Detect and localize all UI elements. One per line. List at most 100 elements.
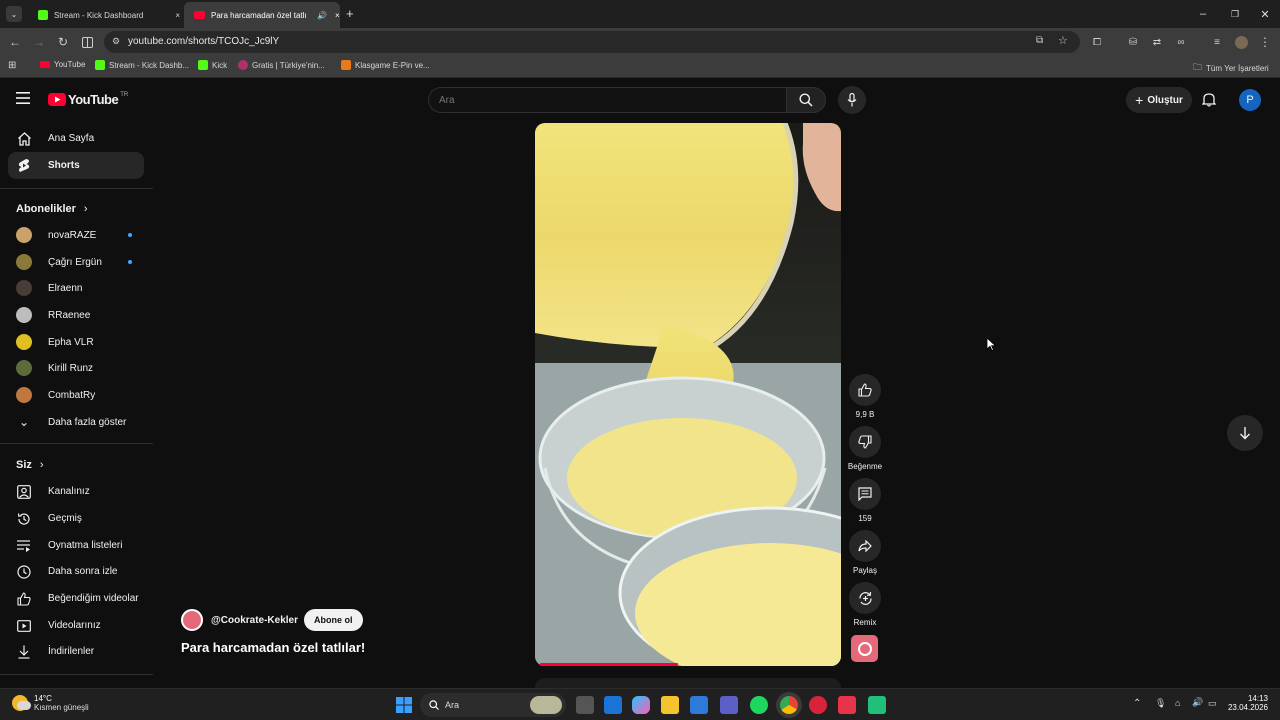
subscription-label: Epha VLR xyxy=(48,336,94,348)
bookmark-youtube[interactable]: YouTube xyxy=(40,60,85,69)
clock-time: 14:13 xyxy=(1247,694,1268,703)
apps-button[interactable]: ⊞ xyxy=(8,60,16,71)
restore-button[interactable]: ❐ xyxy=(1218,0,1252,28)
install-app-icon[interactable]: ⧉ xyxy=(1036,35,1043,46)
tab-kick-dashboard[interactable]: Stream - Kick Dashboard × xyxy=(28,2,180,28)
channel-avatar[interactable] xyxy=(181,609,203,631)
spotify-icon[interactable] xyxy=(750,696,768,714)
task-view-icon[interactable] xyxy=(576,696,594,714)
sidebar-item-liked-videos[interactable]: Beğendiğim videolar xyxy=(8,585,144,612)
minimize-button[interactable]: – xyxy=(1186,0,1220,28)
remix-button[interactable] xyxy=(849,582,881,614)
sidebar-item-downloads[interactable]: İndirilenler xyxy=(8,638,144,665)
video-progress-bar[interactable] xyxy=(540,663,678,666)
chrome-icon[interactable] xyxy=(780,696,798,714)
sidebar-item-label: Geçmiş xyxy=(48,513,82,524)
address-bar[interactable]: ⚙ youtube.com/shorts/TCOJc_Jc9lY ⧉ ☆ xyxy=(104,31,1080,53)
reading-list-button[interactable]: ≡ xyxy=(1208,33,1226,51)
split-view-button[interactable] xyxy=(78,33,96,51)
forward-button[interactable]: → xyxy=(30,33,48,51)
notifications-button[interactable] xyxy=(1202,92,1216,107)
volume-icon[interactable]: 🔊 xyxy=(1192,697,1203,708)
sidebar-item-your-channel[interactable]: Kanalınız xyxy=(8,478,144,505)
subscription-rraenee[interactable]: RRaenee xyxy=(8,302,144,328)
bookmark-klasgame[interactable]: Klasgame E-Pin ve... xyxy=(341,60,430,70)
taskbar-search[interactable]: Ara xyxy=(420,693,566,717)
bookmark-kick-dashboard[interactable]: Stream - Kick Dashb... xyxy=(95,60,189,70)
start-button[interactable] xyxy=(396,697,412,713)
guide-menu-button[interactable] xyxy=(16,92,30,104)
translate-button[interactable]: ⇄ xyxy=(1148,33,1166,51)
account-avatar[interactable]: P xyxy=(1239,89,1261,111)
tab-search-button[interactable]: ⌄ xyxy=(6,6,22,22)
sidebar-item-your-videos[interactable]: Videolarınız xyxy=(8,612,144,639)
sidebar-item-history[interactable]: Geçmiş xyxy=(8,505,144,532)
dislike-button[interactable] xyxy=(849,426,881,458)
bookmark-star-icon[interactable]: ☆ xyxy=(1058,34,1068,47)
short-video-player[interactable] xyxy=(535,123,841,666)
subscribe-button[interactable]: Abone ol xyxy=(304,609,363,631)
sidebar-item-shorts[interactable]: Shorts xyxy=(8,152,144,179)
clock[interactable]: 14:13 23.04.2026 xyxy=(1222,694,1268,712)
youtube-logo[interactable]: YouTube TR xyxy=(48,92,128,107)
subscriptions-heading[interactable]: Abonelikler › xyxy=(16,203,88,215)
file-explorer-icon[interactable] xyxy=(661,696,679,714)
short-title[interactable]: Para harcamadan özel tatlılar! xyxy=(181,640,365,655)
microphone-icon[interactable]: 🎙 xyxy=(1155,698,1166,709)
app-green-icon[interactable] xyxy=(868,696,886,714)
subscription-epha-vlr[interactable]: Epha VLR xyxy=(8,329,144,355)
network-icon[interactable]: ⌂ xyxy=(1175,698,1180,708)
valorant-icon[interactable] xyxy=(838,696,856,714)
bookmark-kick[interactable]: Kick xyxy=(198,60,227,70)
extension-icon: ⛁ xyxy=(1128,36,1138,48)
like-button[interactable] xyxy=(849,374,881,406)
all-bookmarks-button[interactable]: 🗀 Tüm Yer İşaretleri xyxy=(1193,60,1269,76)
next-short-preview[interactable] xyxy=(535,678,841,688)
create-button[interactable]: + Oluştur xyxy=(1126,87,1192,113)
copilot-icon[interactable] xyxy=(632,696,650,714)
chevron-up-icon[interactable]: ⌃ xyxy=(1133,698,1141,709)
app-red-icon[interactable] xyxy=(809,696,827,714)
subscription-cagri-ergun[interactable]: Çağrı Ergün xyxy=(8,249,144,275)
subscription-elraenn[interactable]: Elraenn xyxy=(8,275,144,301)
chrome-menu-button[interactable]: ⋮ xyxy=(1256,33,1274,51)
reload-button[interactable]: ↻ xyxy=(54,33,72,51)
search-input[interactable] xyxy=(439,93,769,108)
tab-youtube-short[interactable]: Para harcamadan özel tatlı 🔊 × xyxy=(184,2,340,28)
you-heading[interactable]: Siz › xyxy=(16,459,44,471)
back-button[interactable]: ← xyxy=(6,33,24,51)
audio-track-button[interactable] xyxy=(851,635,878,662)
url-text[interactable]: youtube.com/shorts/TCOJc_Jc9lY xyxy=(128,36,279,47)
window-close-button[interactable]: ✕ xyxy=(1248,0,1280,28)
store-icon[interactable] xyxy=(690,696,708,714)
extensions-button[interactable]: ⧠ xyxy=(1088,33,1106,51)
link-button[interactable]: ∞ xyxy=(1172,33,1190,51)
close-icon[interactable]: × xyxy=(335,11,340,20)
comments-button[interactable] xyxy=(849,478,881,510)
share-button[interactable] xyxy=(849,530,881,562)
next-short-button[interactable] xyxy=(1227,415,1263,451)
close-icon[interactable]: × xyxy=(175,11,180,20)
subscription-novaraze[interactable]: novaRAZE xyxy=(8,222,144,248)
extension-1-button[interactable]: ⛁ xyxy=(1124,33,1142,51)
bookmark-gratis[interactable]: Gratis | Türkiye'nin... xyxy=(238,60,325,70)
teams-icon[interactable] xyxy=(720,696,738,714)
battery-icon[interactable]: ▭ xyxy=(1208,698,1217,709)
search-button[interactable] xyxy=(786,87,826,113)
site-info-icon[interactable]: ⚙ xyxy=(112,36,120,47)
show-more-button[interactable]: ⌄ Daha fazla göster xyxy=(8,409,144,435)
new-tab-button[interactable]: + xyxy=(346,6,354,21)
plus-icon: + xyxy=(1135,92,1144,108)
weather-widget[interactable]: 14°C Kısmen güneşli xyxy=(12,694,89,712)
profile-button[interactable] xyxy=(1232,33,1250,51)
subscription-kirill-runz[interactable]: Kirill Runz xyxy=(8,355,144,381)
sidebar-item-playlists[interactable]: Oynatma listeleri xyxy=(8,532,144,559)
subscription-combatry[interactable]: CombatRy xyxy=(8,382,144,408)
audio-icon[interactable]: 🔊 xyxy=(317,11,327,20)
outlook-icon[interactable] xyxy=(604,696,622,714)
channel-name[interactable]: @Cookrate-Kekler xyxy=(211,615,298,626)
voice-search-button[interactable] xyxy=(838,86,866,114)
sidebar-item-watch-later[interactable]: Daha sonra izle xyxy=(8,558,144,585)
sidebar-item-home[interactable]: Ana Sayfa xyxy=(8,125,144,152)
search-box[interactable] xyxy=(428,87,786,113)
